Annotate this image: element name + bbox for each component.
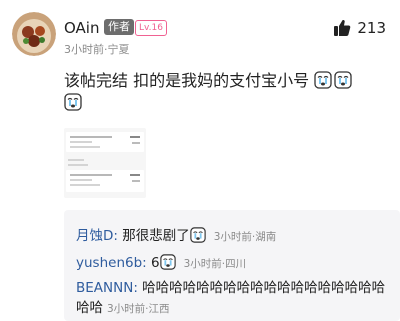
reply-username[interactable]: 月蚀D: bbox=[76, 228, 118, 244]
image-transaction-card bbox=[66, 132, 144, 152]
reply-item[interactable]: BEANNN: 哈哈哈哈哈哈哈哈哈哈哈哈哈哈哈哈哈哈哈哈 3小时前·江西 bbox=[76, 278, 388, 319]
cry-face-emoji bbox=[190, 227, 208, 245]
comment-card: OAin 作者 Lv.16 3小时前·宁夏 213 该帖完结 扣的是我妈的支付宝… bbox=[0, 0, 400, 321]
thumbs-up-icon bbox=[333, 19, 351, 37]
username[interactable]: OAin bbox=[64, 19, 99, 37]
post-meta: 3小时前·宁夏 bbox=[64, 43, 130, 56]
post-image[interactable] bbox=[64, 128, 146, 198]
reply-meta: 3小时前·四川 bbox=[183, 258, 247, 270]
reply-username[interactable]: yushen6b: bbox=[76, 255, 147, 271]
reply-meta: 3小时前·湖南 bbox=[213, 231, 277, 243]
reply-item[interactable]: yushen6b: 6 3小时前·四川 bbox=[76, 253, 388, 274]
cry-face-emoji bbox=[64, 93, 82, 111]
author-badge: 作者 bbox=[104, 19, 134, 35]
image-transaction-card bbox=[66, 170, 144, 192]
reply-text: 那很悲剧了 bbox=[122, 228, 190, 244]
reply-text: 6 bbox=[151, 255, 160, 271]
reply-username[interactable]: BEANNN: bbox=[76, 280, 138, 296]
post-body: 该帖完结 扣的是我妈的支付宝小号 bbox=[64, 70, 384, 114]
avatar[interactable] bbox=[12, 12, 56, 56]
post-text: 该帖完结 扣的是我妈的支付宝小号 bbox=[64, 71, 310, 90]
reply-meta: 3小时前·江西 bbox=[107, 303, 170, 315]
like-button[interactable]: 213 bbox=[333, 16, 386, 40]
reply-item[interactable]: 月蚀D: 那很悲剧了 3小时前·湖南 bbox=[76, 226, 388, 247]
reply-list: 月蚀D: 那很悲剧了 3小时前·湖南 yushen6b: 6 3小时前·四川 B… bbox=[64, 210, 400, 321]
like-count: 213 bbox=[357, 19, 386, 37]
cry-face-emoji bbox=[159, 254, 178, 272]
cry-face-emoji bbox=[314, 71, 332, 89]
level-badge: Lv.16 bbox=[135, 20, 167, 36]
cry-face-emoji bbox=[334, 71, 352, 89]
